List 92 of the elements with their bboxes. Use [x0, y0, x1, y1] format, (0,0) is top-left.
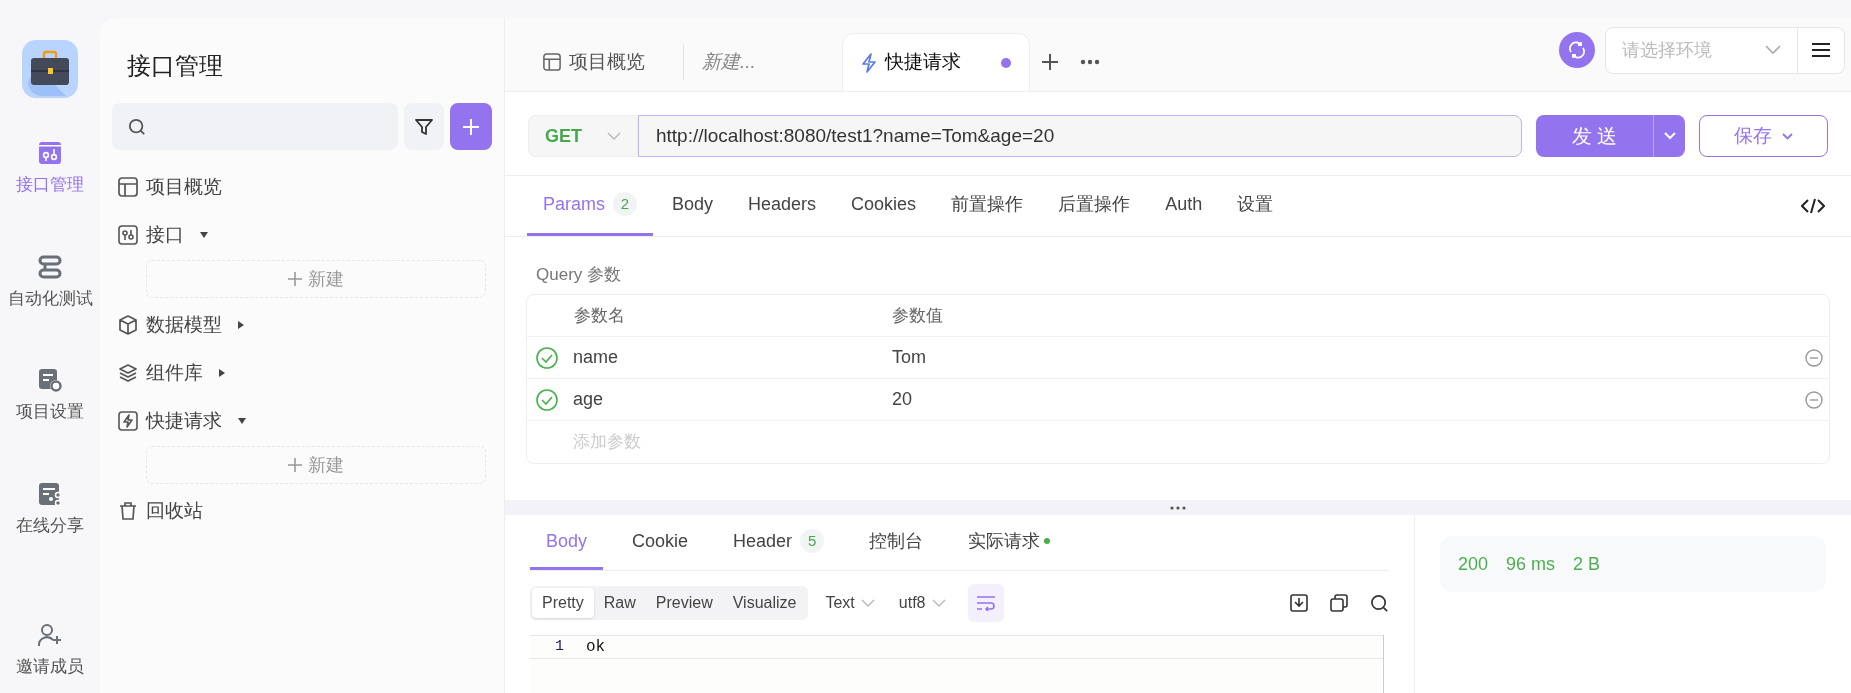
wrap-button[interactable] — [967, 584, 1004, 622]
tab[interactable]: Auth — [1149, 175, 1219, 236]
filter-button[interactable] — [404, 103, 444, 150]
remove-icon[interactable] — [1805, 348, 1823, 367]
response-size: 2 B — [1573, 552, 1601, 576]
code-line: ok — [586, 637, 606, 658]
format-select[interactable]: Text — [825, 591, 875, 615]
sidebar-title: 接口管理 — [126, 51, 224, 81]
column-header: 参数值 — [892, 304, 943, 327]
table-cell-text: 20 — [892, 388, 914, 411]
chevron-down-icon — [860, 598, 875, 608]
layers-icon — [118, 363, 138, 383]
view-mode-tab[interactable]: Raw — [593, 588, 646, 618]
view-mode-tab[interactable]: Visualize — [722, 588, 807, 618]
sidebar-item[interactable]: 项目概览 — [100, 166, 504, 208]
app-logo — [22, 40, 78, 98]
add-button[interactable] — [450, 103, 492, 150]
check-circle-icon[interactable] — [536, 346, 558, 369]
api-icon — [118, 225, 138, 245]
tab[interactable]: Body — [656, 175, 730, 236]
status-code: 200 — [1458, 552, 1489, 576]
sync-icon[interactable] — [1559, 32, 1595, 68]
rail-item[interactable]: 自动化测试 — [7, 253, 93, 311]
tab[interactable]: 设置 — [1221, 175, 1290, 236]
tab[interactable]: Params 2 — [527, 175, 653, 236]
wrap-icon — [975, 595, 996, 611]
sidebar-item[interactable]: 接口 — [100, 214, 504, 256]
view-mode-tab[interactable]: Pretty — [532, 588, 594, 618]
add-user-icon — [37, 622, 63, 648]
chevron-down-icon — [931, 598, 946, 608]
send-options-button[interactable] — [1653, 115, 1685, 157]
layout-icon — [543, 53, 561, 71]
encoding-select[interactable]: utf8 — [898, 591, 946, 615]
download-icon[interactable] — [1290, 594, 1308, 612]
search-field[interactable] — [112, 103, 398, 150]
tab[interactable]: Cookie — [616, 515, 705, 570]
tab[interactable]: Cookies — [835, 175, 933, 236]
section-title: Query 参数 — [535, 264, 623, 286]
rail-item[interactable]: 邀请成员 — [16, 622, 84, 680]
remove-icon[interactable] — [1805, 390, 1823, 409]
sidebar-item[interactable]: 组件库 — [100, 352, 504, 394]
chevron-down-icon — [1663, 132, 1676, 140]
rail-item[interactable]: 项目设置 — [16, 367, 84, 425]
column-header: 参数名 — [573, 304, 626, 327]
cube-icon — [118, 315, 138, 335]
lightning-icon — [861, 52, 877, 73]
stack-icon — [37, 253, 63, 280]
filter-icon — [414, 116, 434, 137]
tab[interactable]: 项目概览 — [525, 33, 683, 91]
tab[interactable]: 控制台 — [853, 515, 940, 570]
document-gear-icon — [37, 367, 63, 393]
count-badge: 5 — [800, 529, 825, 553]
url-field[interactable]: http://localhost:8080/test1?name=Tom&age=20 — [638, 115, 1522, 157]
send-button[interactable]: 发 送 — [1536, 115, 1653, 157]
copy-icon[interactable] — [1330, 594, 1348, 612]
layout-icon — [118, 177, 138, 197]
save-button[interactable]: 保存 — [1699, 115, 1828, 157]
response-time: 96 ms — [1506, 552, 1556, 576]
lightning-icon — [118, 411, 138, 431]
view-mode-tab[interactable]: Preview — [645, 588, 723, 618]
count-badge: 2 — [613, 192, 637, 216]
plus-icon — [288, 458, 302, 472]
rail-item[interactable]: 在线分享 — [16, 480, 84, 538]
resize-handle-icon[interactable] — [1170, 505, 1186, 510]
check-circle-icon[interactable] — [536, 388, 558, 411]
sidebar-item[interactable]: 快捷请求 — [100, 400, 504, 442]
table-cell-text: Tom — [892, 346, 927, 369]
plus-icon — [462, 117, 480, 136]
tab[interactable]: 后置操作 — [1042, 175, 1147, 236]
search-icon — [128, 117, 146, 136]
tab[interactable]: 前置操作 — [935, 175, 1040, 236]
table-cell-text: age — [572, 388, 605, 411]
line-number: 1 — [554, 636, 565, 657]
ellipsis-icon — [1080, 59, 1100, 65]
chevron-down-icon — [1782, 132, 1793, 140]
tab[interactable]: 快捷请求 — [842, 33, 1030, 91]
chevron-down-icon — [1765, 45, 1781, 55]
tab[interactable]: 实际请求 — [952, 515, 1067, 570]
trash-icon — [118, 501, 138, 521]
menu-icon — [1811, 42, 1831, 58]
chevron-down-icon — [607, 131, 621, 141]
share-icon — [37, 480, 63, 507]
tab[interactable]: Header 5 — [717, 515, 841, 570]
plus-icon — [1040, 52, 1060, 72]
sidebar-item[interactable]: 回收站 — [100, 490, 504, 532]
sidebar-item[interactable]: 数据模型 — [100, 304, 504, 346]
search-icon[interactable] — [1370, 593, 1389, 613]
api-icon — [37, 140, 63, 166]
tab[interactable]: Headers — [732, 175, 833, 236]
plus-icon — [288, 272, 302, 286]
tab[interactable]: Body — [530, 515, 604, 570]
table-cell-text: name — [572, 346, 620, 369]
